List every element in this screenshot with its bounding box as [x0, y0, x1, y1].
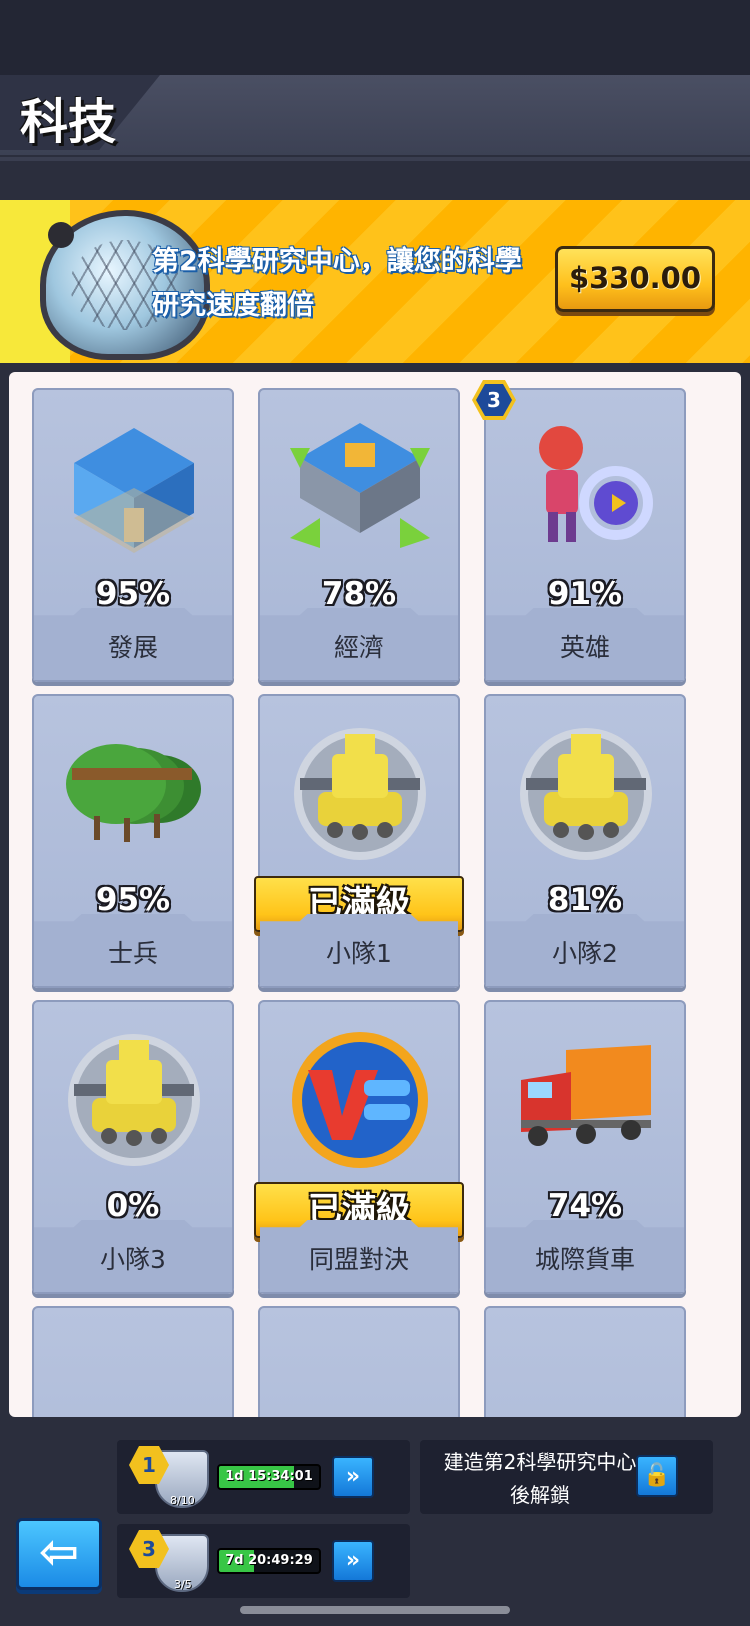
- queue-count: 8/10: [170, 1494, 195, 1507]
- tech-card-partial[interactable]: [258, 1306, 460, 1417]
- card-label: 同盟對決: [308, 1245, 409, 1274]
- card-label: 小隊2: [552, 939, 618, 968]
- timer-text: 1d 15:34:01: [225, 1469, 313, 1484]
- progress-timer: 1d 15:34:01: [217, 1464, 321, 1490]
- progress-percent: 81%: [547, 882, 623, 918]
- tech-panel[interactable]: 95% 發展 78% 經濟 3 91% 英雄 95% 士兵 已滿級 小隊1 81…: [9, 372, 741, 1417]
- speed-up-button[interactable]: »: [332, 1540, 374, 1582]
- banner-text: 第2科學研究中心，讓您的科學研究速度翻倍: [152, 246, 522, 321]
- unlock-hint: 建造第2科學研究中心後解鎖: [443, 1450, 637, 1507]
- truck-icon: [521, 1045, 651, 1146]
- tank-icon: [68, 1034, 200, 1166]
- speed-up-button[interactable]: »: [332, 1456, 374, 1498]
- level-badge: 3: [472, 380, 516, 420]
- tank-icon: [520, 728, 652, 860]
- card-label: 小隊1: [326, 939, 392, 968]
- tech-card-squad2[interactable]: 81% 小隊2: [484, 694, 686, 988]
- tech-card-economy[interactable]: 78% 經濟: [258, 388, 460, 682]
- research-queue-1[interactable]: 1 8/10 1d 15:34:01 »: [117, 1440, 410, 1514]
- progress-timer: 7d 20:49:29: [217, 1548, 321, 1574]
- progress-percent: 78%: [321, 576, 397, 612]
- tech-card-soldier[interactable]: 95% 士兵: [32, 694, 234, 988]
- card-label: 城際貨車: [534, 1245, 635, 1274]
- timer-text: 7d 20:49:29: [225, 1553, 313, 1568]
- hero-icon: [539, 426, 653, 542]
- vs-icon: [292, 1032, 428, 1168]
- sphere-knob-icon: [48, 222, 74, 248]
- card-label: 小隊3: [100, 1245, 166, 1274]
- tech-card-alliance-duel[interactable]: 已滿級 同盟對決: [254, 1000, 464, 1294]
- progress-percent: 95%: [95, 576, 171, 612]
- progress-percent: 91%: [547, 576, 623, 612]
- tech-card-partial[interactable]: [484, 1306, 686, 1417]
- soldier-helmet-icon: [66, 744, 201, 842]
- research-queue-2[interactable]: 3 3/5 7d 20:49:29 »: [117, 1524, 410, 1598]
- card-label: 發展: [107, 633, 158, 662]
- home-indicator: [240, 1606, 510, 1614]
- progress-percent: 74%: [547, 1188, 623, 1224]
- tech-card-squad3[interactable]: 0% 小隊3: [32, 1000, 234, 1294]
- card-label: 經濟: [333, 633, 384, 662]
- economy-building-icon: [290, 423, 430, 548]
- buy-button[interactable]: $330.00: [555, 246, 715, 312]
- building-icon: [74, 428, 194, 553]
- progress-percent: 95%: [95, 882, 171, 918]
- status-bar-area: [0, 0, 750, 75]
- lock-icon[interactable]: 🔓: [636, 1455, 678, 1497]
- tech-card-hero[interactable]: 3 91% 英雄: [472, 380, 686, 682]
- tech-card-squad1[interactable]: 已滿級 小隊1: [254, 694, 464, 988]
- tech-card-partial[interactable]: [32, 1306, 234, 1417]
- tech-card-intercity-truck[interactable]: 74% 城際貨車: [484, 1000, 686, 1294]
- back-button[interactable]: ⇦: [16, 1518, 102, 1590]
- card-label: 士兵: [107, 939, 158, 968]
- divider: [0, 157, 750, 161]
- queue-count: 3/5: [174, 1578, 192, 1591]
- page-title: 科技: [20, 94, 117, 150]
- tank-icon: [294, 728, 426, 860]
- progress-percent: 0%: [106, 1188, 160, 1224]
- card-label: 英雄: [559, 633, 610, 662]
- tech-card-development[interactable]: 95% 發展: [32, 388, 234, 682]
